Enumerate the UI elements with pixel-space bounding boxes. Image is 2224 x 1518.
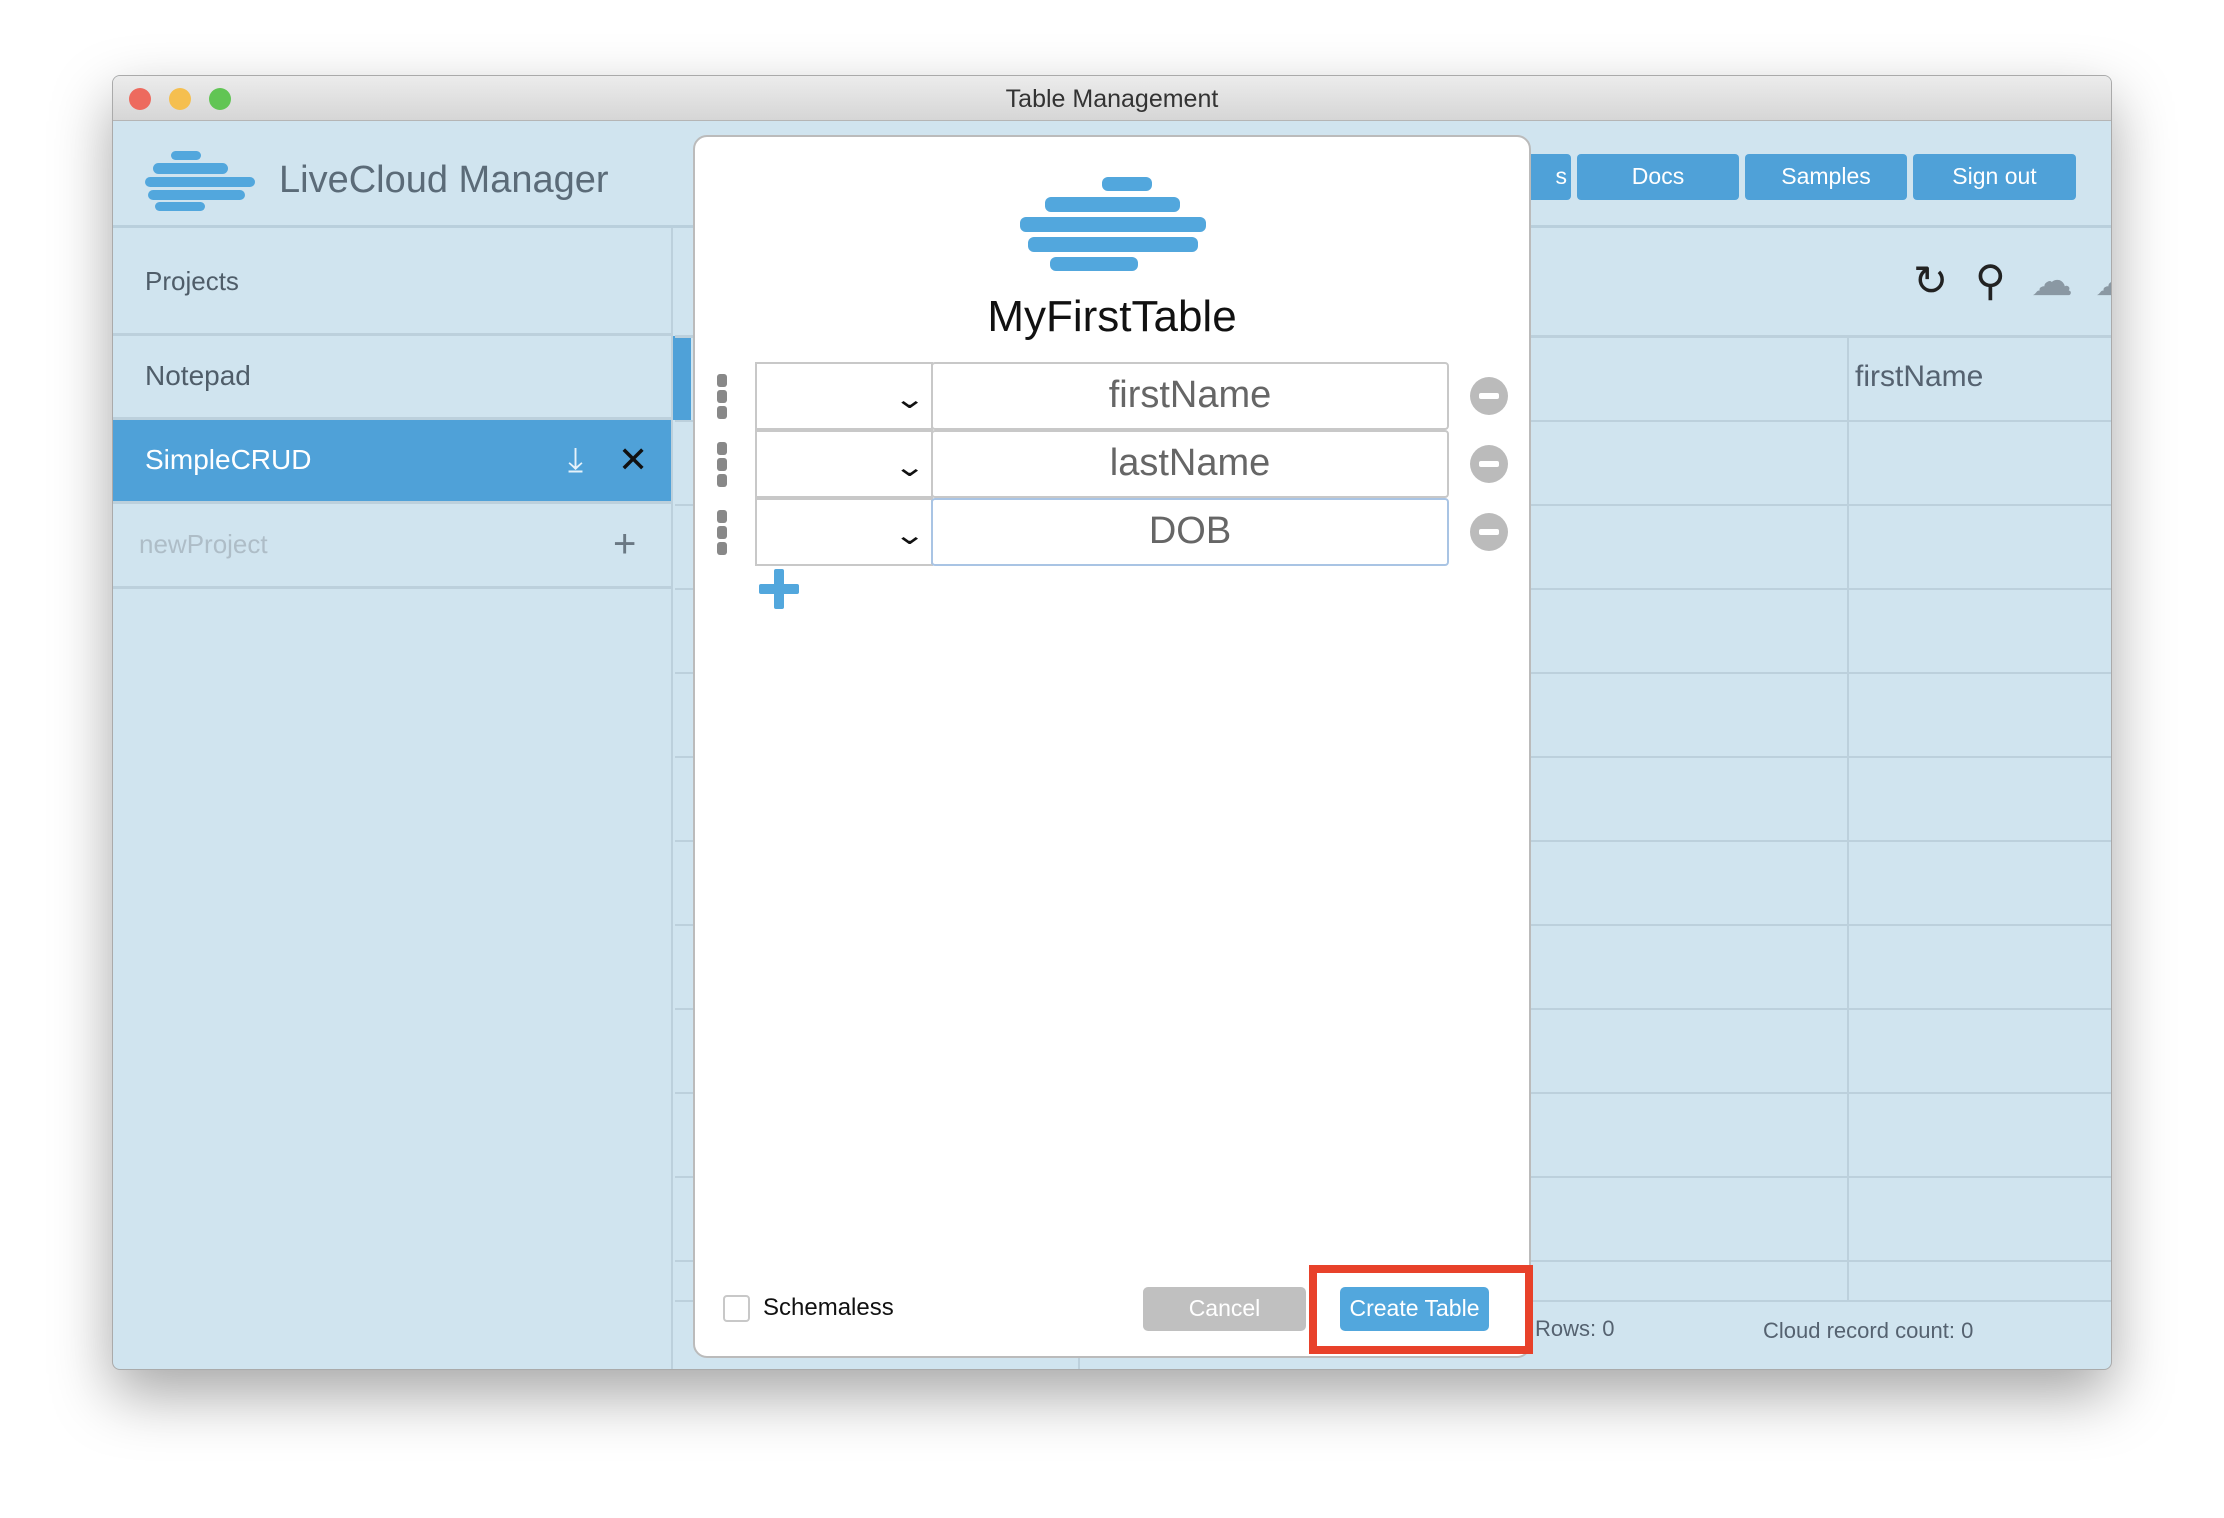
livecloud-logo-icon — [1020, 177, 1206, 277]
sidebar-item-notepad[interactable]: Notepad — [113, 336, 671, 420]
field-type-select[interactable]: ⌄ — [755, 362, 933, 430]
sidebar-item-simplecrud[interactable]: SimpleCRUD ⤓ ✕ — [113, 420, 671, 504]
docs-button[interactable]: Docs — [1577, 154, 1739, 200]
schemaless-label: Schemaless — [763, 1294, 894, 1321]
field-type-select[interactable]: ⌄ — [755, 430, 933, 498]
field-row: ⌄ firstName — [695, 362, 1529, 432]
refresh-icon[interactable]: ↻ — [1913, 256, 1948, 305]
project-label: Notepad — [145, 360, 251, 391]
app-name: LiveCloud Manager — [279, 159, 609, 201]
rows-count: Rows: 0 — [1535, 1316, 1615, 1341]
chevron-down-icon: ⌄ — [892, 383, 926, 414]
field-row: ⌄ DOB — [695, 498, 1529, 568]
cloud-upload-icon[interactable]: ☁ — [2095, 256, 2111, 305]
remove-field-icon[interactable] — [1470, 445, 1508, 483]
download-icon[interactable]: ⤓ — [568, 420, 583, 500]
chevron-down-icon: ⌄ — [892, 451, 926, 482]
close-icon[interactable]: ✕ — [618, 420, 648, 500]
schemaless-checkbox[interactable] — [723, 1295, 750, 1322]
projects-heading: Projects — [113, 228, 671, 336]
cloud-record-count: Cloud record count: 0 — [1763, 1318, 1974, 1343]
field-name-input[interactable]: DOB — [931, 498, 1449, 566]
livecloud-logo-icon — [145, 151, 255, 211]
remove-field-icon[interactable] — [1470, 377, 1508, 415]
chevron-down-icon: ⌄ — [892, 519, 926, 550]
cloud-download-icon[interactable]: ☁ — [2031, 256, 2073, 305]
field-row: ⌄ lastName — [695, 430, 1529, 500]
add-project-icon[interactable]: + — [613, 504, 636, 584]
field-name-input[interactable]: firstName — [931, 362, 1449, 430]
sign-out-button[interactable]: Sign out — [1913, 154, 2076, 200]
title-bar: Table Management — [113, 76, 2111, 121]
create-table-button[interactable]: Create Table — [1340, 1287, 1489, 1331]
remove-field-icon[interactable] — [1470, 513, 1508, 551]
cancel-button[interactable]: Cancel — [1143, 1287, 1306, 1331]
add-field-icon[interactable] — [759, 569, 799, 609]
dialog-title: MyFirstTable — [987, 292, 1237, 341]
sidebar: Projects Notepad SimpleCRUD ⤓ ✕ newProje… — [113, 228, 691, 1369]
new-project-input[interactable]: newProject + — [113, 504, 671, 589]
search-icon[interactable]: ⚲ — [1975, 256, 2006, 305]
create-table-dialog: MyFirstTable ⌄ firstName ⌄ lastName ⌄ DO… — [693, 135, 1533, 1358]
project-label: SimpleCRUD — [145, 444, 312, 475]
samples-button[interactable]: Samples — [1745, 154, 1907, 200]
field-type-select[interactable]: ⌄ — [755, 498, 933, 566]
window-title: Table Management — [1005, 85, 1219, 113]
field-name-input[interactable]: lastName — [931, 430, 1449, 498]
new-project-placeholder: newProject — [139, 529, 268, 559]
column-header[interactable]: firstName — [1855, 360, 1983, 394]
